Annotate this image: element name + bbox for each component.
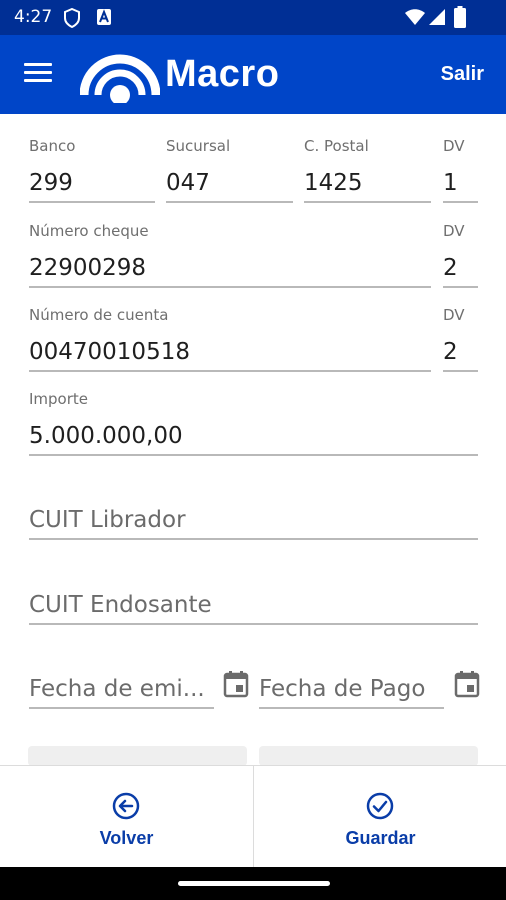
- brand-logo-icon: [80, 54, 160, 103]
- guardar-label: Guardar: [345, 828, 416, 848]
- brand-name: Macro: [165, 53, 280, 95]
- arrow-left-circle-icon: [112, 792, 140, 820]
- calendar-icon[interactable]: [454, 670, 480, 698]
- banco-label: Banco: [29, 137, 76, 155]
- banco-field[interactable]: 299: [29, 163, 155, 205]
- codigo-postal-value: 1425: [304, 170, 363, 196]
- calendar-icon[interactable]: [223, 670, 249, 698]
- hidden-action-button: [259, 746, 478, 766]
- dv1-value: 1: [443, 170, 458, 196]
- cuit-endosante-input[interactable]: CUIT Endosante: [29, 585, 478, 627]
- numero-cuenta-value: 00470010518: [29, 339, 190, 365]
- status-bar: 4:27: [0, 0, 506, 35]
- dv3-label: DV: [443, 306, 465, 324]
- guardar-button[interactable]: Guardar: [254, 766, 506, 868]
- importe-label: Importe: [29, 390, 89, 408]
- fecha-pago-input[interactable]: Fecha de Pago: [259, 669, 444, 711]
- a-badge-icon: [97, 9, 111, 25]
- check-circle-icon: [366, 792, 394, 820]
- hidden-action-button: [28, 746, 247, 766]
- dv2-value: 2: [443, 255, 458, 281]
- system-navigation-bar: [0, 867, 506, 900]
- cuit-librador-placeholder: CUIT Librador: [29, 507, 186, 533]
- numero-cheque-label: Número cheque: [29, 222, 149, 240]
- cuit-librador-input[interactable]: CUIT Librador: [29, 500, 478, 542]
- dv1-label: DV: [443, 137, 465, 155]
- dv3-field[interactable]: 2: [443, 332, 478, 374]
- logout-button[interactable]: Salir: [441, 63, 484, 86]
- numero-cheque-field[interactable]: 22900298: [29, 248, 431, 290]
- app-bar: Macro Salir: [0, 35, 506, 114]
- bottom-action-bar: Volver Guardar: [0, 765, 506, 868]
- dv3-value: 2: [443, 339, 458, 365]
- dv1-field[interactable]: 1: [443, 163, 478, 205]
- codigo-postal-label: C. Postal: [304, 137, 369, 155]
- dv2-field[interactable]: 2: [443, 248, 478, 290]
- status-time: 4:27: [14, 7, 53, 27]
- sucursal-field[interactable]: 047: [166, 163, 293, 205]
- cuit-endosante-placeholder: CUIT Endosante: [29, 592, 212, 618]
- dv2-label: DV: [443, 222, 465, 240]
- fecha-pago-placeholder: Fecha de Pago: [259, 676, 426, 702]
- fecha-emision-input[interactable]: Fecha de emi...: [29, 669, 214, 711]
- volver-label: Volver: [99, 828, 154, 848]
- numero-cheque-value: 22900298: [29, 255, 147, 281]
- importe-value: 5.000.000,00: [29, 423, 183, 449]
- numero-cuenta-field[interactable]: 00470010518: [29, 332, 431, 374]
- sucursal-label: Sucursal: [166, 137, 231, 155]
- codigo-postal-field[interactable]: 1425: [304, 163, 431, 205]
- menu-icon[interactable]: [24, 63, 54, 85]
- volver-button[interactable]: Volver: [0, 766, 253, 868]
- fecha-emision-placeholder: Fecha de emi...: [29, 676, 205, 702]
- importe-field[interactable]: 5.000.000,00: [29, 416, 478, 458]
- battery-icon: [454, 6, 466, 28]
- sucursal-value: 047: [166, 170, 210, 196]
- banco-value: 299: [29, 170, 73, 196]
- wifi-icon: [405, 9, 425, 25]
- signal-icon: [429, 9, 445, 25]
- shield-icon: [64, 8, 80, 28]
- home-gesture-handle[interactable]: [178, 881, 330, 886]
- numero-cuenta-label: Número de cuenta: [29, 306, 169, 324]
